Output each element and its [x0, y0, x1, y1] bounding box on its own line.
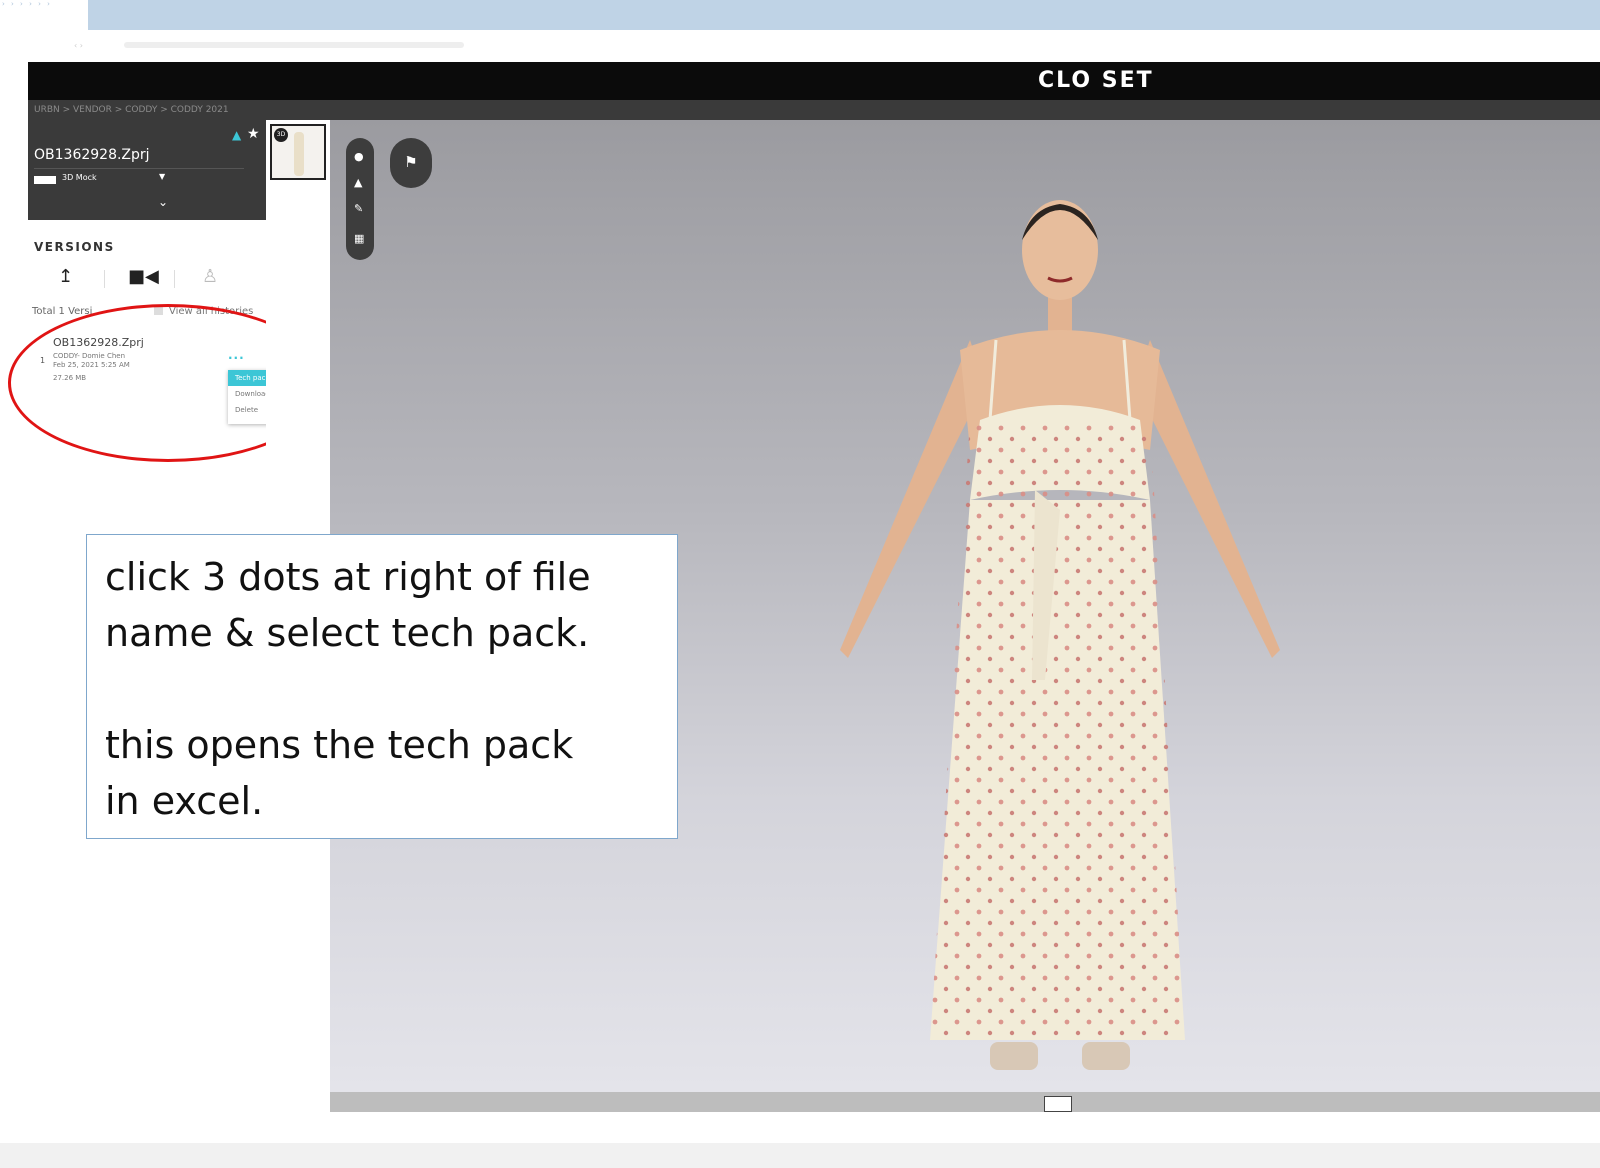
garment-thumbnail[interactable]: 3D — [270, 124, 326, 180]
hanger-icon[interactable]: ♙ — [202, 266, 218, 287]
blue-title-band — [88, 0, 1600, 30]
file-card: ▲ ★ OB1362928.Zprj 3D Mock ▼ ⌄ — [28, 120, 273, 220]
export-icon[interactable]: ▦ — [354, 232, 364, 245]
divider — [104, 270, 105, 288]
viewport-bottom-strip — [330, 1092, 1600, 1112]
pen-icon[interactable]: ✎ — [354, 202, 363, 215]
avatar-3d-render — [840, 200, 1280, 1070]
url-field[interactable] — [124, 42, 464, 48]
divider — [34, 168, 244, 169]
breadcrumb: URBN > VENDOR > CODDY > CODDY 2021 — [28, 100, 1600, 120]
callout-line: name & select tech pack. — [105, 611, 590, 655]
versions-toolbar: ↥ ■◀ ♙ — [34, 266, 264, 292]
page-footer — [0, 1143, 1600, 1168]
callout-line: in excel. — [105, 779, 264, 823]
versions-heading: VERSIONS — [34, 240, 115, 254]
avatar-icon[interactable]: ● — [354, 150, 364, 163]
divider — [174, 270, 175, 288]
breadcrumb-text[interactable]: URBN > VENDOR > CODDY > CODDY 2021 — [28, 105, 229, 115]
logo-text: CLO SET — [1038, 68, 1154, 93]
garment-list-icon[interactable]: ⚑ — [390, 138, 432, 188]
video-camera-icon[interactable]: ■◀ — [128, 266, 159, 287]
caret-down-icon[interactable]: ▼ — [159, 172, 165, 181]
mini-thumbnail[interactable] — [1044, 1096, 1072, 1112]
thumbnail-figure — [294, 132, 304, 176]
closet-logo[interactable]: CLO SET — [1038, 68, 1154, 93]
color-swatch — [34, 176, 56, 184]
decorative-dots: › › › › › › — [2, 0, 52, 8]
view-mode-select[interactable]: 3D Mock — [62, 173, 97, 182]
browser-address-bar: ‹ › — [0, 30, 1600, 62]
star-icon[interactable]: ★ — [247, 126, 260, 142]
file-name: OB1362928.Zprj — [34, 147, 150, 163]
upload-icon[interactable]: ↥ — [58, 266, 73, 287]
chevron-down-icon[interactable]: ⌄ — [158, 195, 168, 209]
callout-line: click 3 dots at right of file — [105, 555, 591, 599]
instruction-callout: click 3 dots at right of file name & sel… — [86, 534, 678, 839]
browser-nav-icons[interactable]: ‹ › — [74, 41, 114, 50]
3d-badge: 3D — [274, 128, 288, 142]
viewport-toolbar: ● ▲ ✎ ▦ — [346, 138, 374, 260]
callout-spacer — [105, 661, 659, 717]
callout-line: this opens the tech pack — [105, 723, 574, 767]
bell-icon[interactable]: ▲ — [232, 128, 241, 142]
shirt-icon[interactable]: ▲ — [354, 176, 362, 189]
presentation-top-band: › › › › › › — [0, 0, 1600, 30]
app-header: CLO SET — [28, 62, 1600, 100]
